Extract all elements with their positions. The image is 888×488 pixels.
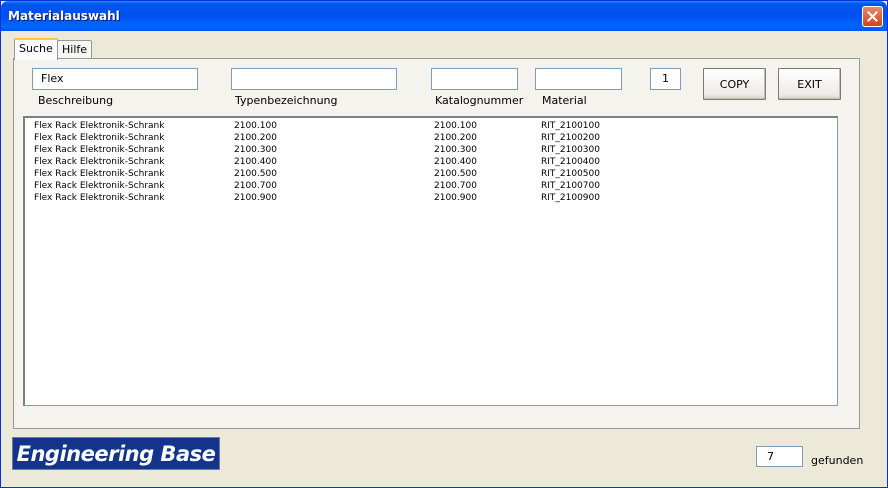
found-count: 7: [756, 446, 803, 467]
result-beschreibung: Flex Rack Elektronik-Schrank: [34, 157, 165, 167]
tab-suche[interactable]: Suche: [14, 38, 58, 60]
logo-text: Engineering Base: [16, 441, 216, 466]
list-item[interactable]: Flex Rack Elektronik-Schrank 2100.900 21…: [25, 192, 837, 204]
result-katalognummer: 2100.100: [434, 121, 477, 131]
result-katalognummer: 2100.200: [434, 133, 477, 143]
tab-panel-suche: Flex Beschreibung Typenbezeichnung Katal…: [13, 58, 860, 429]
result-material: RIT_2100900: [541, 193, 600, 203]
result-typenbezeichnung: 2100.300: [234, 145, 277, 155]
result-typenbezeichnung: 2100.700: [234, 181, 277, 191]
title-bar[interactable]: Materialauswahl: [1, 1, 887, 31]
copy-button[interactable]: COPY: [703, 68, 766, 100]
result-typenbezeichnung: 2100.500: [234, 169, 277, 179]
material-input[interactable]: [535, 68, 622, 90]
list-item[interactable]: Flex Rack Elektronik-Schrank 2100.200 21…: [25, 132, 837, 144]
katalognummer-input[interactable]: [431, 68, 518, 90]
tab-hilfe[interactable]: Hilfe: [57, 40, 93, 60]
result-typenbezeichnung: 2100.900: [234, 193, 277, 203]
result-beschreibung: Flex Rack Elektronik-Schrank: [34, 145, 165, 155]
quantity-input[interactable]: 1: [650, 68, 681, 90]
result-typenbezeichnung: 2100.200: [234, 133, 277, 143]
result-beschreibung: Flex Rack Elektronik-Schrank: [34, 133, 165, 143]
found-label: gefunden: [811, 454, 864, 467]
result-material: RIT_2100300: [541, 145, 600, 155]
result-beschreibung: Flex Rack Elektronik-Schrank: [34, 169, 165, 179]
beschreibung-input[interactable]: Flex: [32, 68, 198, 90]
result-material: RIT_2100400: [541, 157, 600, 167]
result-beschreibung: Flex Rack Elektronik-Schrank: [34, 121, 165, 131]
material-label: Material: [542, 94, 587, 107]
window-title: Materialauswahl: [8, 9, 120, 23]
result-beschreibung: Flex Rack Elektronik-Schrank: [34, 181, 165, 191]
list-item[interactable]: Flex Rack Elektronik-Schrank 2100.700 21…: [25, 180, 837, 192]
result-katalognummer: 2100.400: [434, 157, 477, 167]
engineering-base-logo: Engineering Base: [12, 437, 220, 470]
exit-button[interactable]: EXIT: [778, 68, 841, 100]
results-list[interactable]: Flex Rack Elektronik-Schrank 2100.100 21…: [23, 116, 838, 406]
result-katalognummer: 2100.700: [434, 181, 477, 191]
result-typenbezeichnung: 2100.400: [234, 157, 277, 167]
beschreibung-label: Beschreibung: [38, 94, 114, 107]
result-katalognummer: 2100.900: [434, 193, 477, 203]
result-katalognummer: 2100.500: [434, 169, 477, 179]
katalognummer-label: Katalognummer: [435, 94, 524, 107]
list-item[interactable]: Flex Rack Elektronik-Schrank 2100.500 21…: [25, 168, 837, 180]
close-button[interactable]: [862, 6, 883, 27]
list-item[interactable]: Flex Rack Elektronik-Schrank 2100.300 21…: [25, 144, 837, 156]
result-material: RIT_2100200: [541, 133, 600, 143]
result-material: RIT_2100100: [541, 121, 600, 131]
result-typenbezeichnung: 2100.100: [234, 121, 277, 131]
result-material: RIT_2100500: [541, 169, 600, 179]
materialauswahl-window: Materialauswahl Suche Hilfe Flex Beschre…: [0, 0, 888, 488]
window-client: Suche Hilfe Flex Beschreibung Typenbezei…: [4, 31, 884, 485]
typenbezeichnung-input[interactable]: [231, 68, 397, 90]
typenbezeichnung-label: Typenbezeichnung: [235, 94, 338, 107]
result-material: RIT_2100700: [541, 181, 600, 191]
close-icon: [867, 11, 878, 22]
list-item[interactable]: Flex Rack Elektronik-Schrank 2100.400 21…: [25, 156, 837, 168]
list-item[interactable]: Flex Rack Elektronik-Schrank 2100.100 21…: [25, 120, 837, 132]
result-katalognummer: 2100.300: [434, 145, 477, 155]
result-beschreibung: Flex Rack Elektronik-Schrank: [34, 193, 165, 203]
